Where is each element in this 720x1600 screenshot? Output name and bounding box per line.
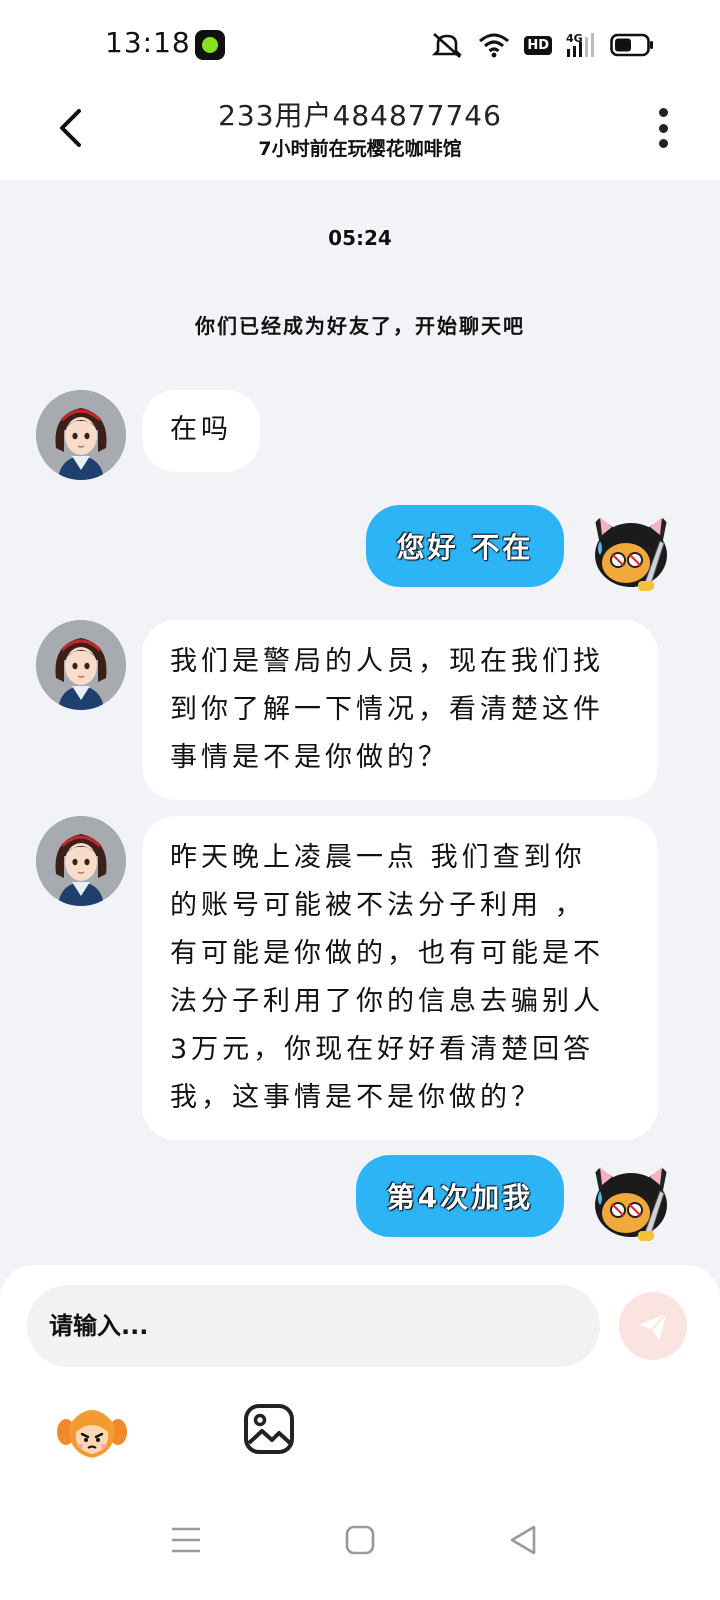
system-message: 你们已经成为好友了，开始聊天吧 bbox=[195, 314, 525, 338]
wifi-icon bbox=[479, 33, 510, 58]
dot-icon bbox=[658, 123, 668, 133]
menu-button[interactable] bbox=[166, 1520, 206, 1560]
outgoing-message-bubble[interactable]: 第4次加我 bbox=[356, 1155, 564, 1237]
message-line: 有可能是你做的，也有可能是不 bbox=[170, 938, 604, 969]
incoming-message-bubble[interactable]: 昨天晚上凌晨一点 我们查到你 的账号可能被不法分子利用 ， 有可能是你做的，也有… bbox=[142, 816, 658, 1140]
dot-icon bbox=[658, 108, 668, 117]
message-line: 的账号可能被不法分子利用 ， bbox=[170, 890, 586, 921]
my-avatar[interactable] bbox=[586, 505, 676, 595]
incoming-message-bubble[interactable]: 我们是警局的人员，现在我们找 到你了解一下情况，看清楚这件 事情是不是你做的？ bbox=[142, 620, 658, 800]
contact-name: 233用户484877746 bbox=[218, 99, 502, 132]
contact-avatar[interactable] bbox=[36, 620, 126, 710]
message-line: 昨天晚上凌晨一点 我们查到你 bbox=[170, 842, 586, 873]
message-line: 3万元，你现在好好看清楚回答 bbox=[170, 1034, 595, 1065]
back-triangle-icon bbox=[510, 1525, 536, 1555]
more-options-button[interactable] bbox=[648, 104, 678, 152]
back-nav-button[interactable] bbox=[504, 1520, 544, 1560]
emoji-button[interactable] bbox=[56, 1402, 128, 1462]
message-line: 法分子利用了你的信息去骗别人 bbox=[170, 986, 604, 1017]
message-line: 事情是不是你做的？ bbox=[170, 742, 449, 773]
contact-avatar[interactable] bbox=[36, 816, 126, 906]
message-text: 您好 不在 bbox=[396, 531, 534, 564]
hd-icon: HD bbox=[524, 35, 552, 55]
message-text: 在吗 bbox=[170, 414, 232, 445]
incoming-message-bubble[interactable]: 在吗 bbox=[142, 390, 260, 472]
4g-signal-icon: 4G bbox=[566, 32, 594, 57]
message-line: 我，这事情是不是你做的？ bbox=[170, 1082, 542, 1113]
dot-icon bbox=[658, 139, 668, 148]
contact-status: 7小时前在玩樱花咖啡馆 bbox=[258, 138, 462, 160]
menu-icon bbox=[172, 1527, 200, 1553]
message-text: 第4次加我 bbox=[386, 1181, 534, 1214]
home-icon bbox=[345, 1525, 375, 1555]
system-nav-bar bbox=[0, 1500, 720, 1600]
chat-messages[interactable]: 05:24 你们已经成为好友了，开始聊天吧 在吗 您好 不在 我们是警局的人员，… bbox=[0, 180, 720, 1265]
battery-icon bbox=[610, 33, 653, 57]
message-line: 到你了解一下情况，看清楚这件 bbox=[170, 694, 604, 725]
my-avatar[interactable] bbox=[586, 1155, 676, 1245]
message-timestamp: 05:24 bbox=[328, 226, 392, 250]
mute-icon bbox=[432, 33, 463, 58]
message-line: 我们是警局的人员，现在我们找 bbox=[170, 646, 604, 677]
message-input[interactable] bbox=[27, 1285, 600, 1367]
home-button[interactable] bbox=[340, 1520, 380, 1560]
contact-avatar[interactable] bbox=[36, 390, 126, 480]
send-icon bbox=[639, 1312, 668, 1340]
status-time: 13:18 bbox=[105, 26, 191, 59]
chat-header: 233用户484877746 7小时前在玩樱花咖啡馆 bbox=[0, 90, 720, 180]
image-button[interactable] bbox=[243, 1403, 295, 1455]
status-bar: 13:18 HD 4G bbox=[0, 0, 720, 90]
send-button[interactable] bbox=[619, 1292, 687, 1360]
app-indicator-icon bbox=[195, 30, 225, 60]
emoji-icon bbox=[57, 1410, 127, 1458]
image-icon bbox=[244, 1404, 294, 1454]
outgoing-message-bubble[interactable]: 您好 不在 bbox=[366, 505, 564, 587]
status-icons: HD 4G bbox=[430, 30, 654, 60]
